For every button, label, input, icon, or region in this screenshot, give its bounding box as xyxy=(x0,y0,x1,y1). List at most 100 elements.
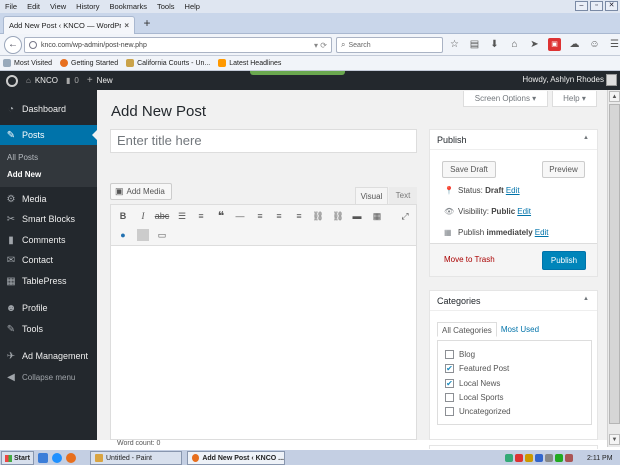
sidebar-item-smart-blocks[interactable]: ✂ Smart Blocks xyxy=(0,209,97,229)
scroll-down-icon[interactable]: ▼ xyxy=(609,434,620,445)
new-content-link[interactable]: + New xyxy=(87,75,113,86)
read-more-icon[interactable]: ▬ xyxy=(349,208,365,224)
sidebar-item-ad-management[interactable]: ✈ Ad Management xyxy=(0,346,97,366)
sidebar-item-dashboard[interactable]: ◔ Dashboard xyxy=(0,99,97,119)
move-to-trash-link[interactable]: Move to Trash xyxy=(444,255,495,264)
blockquote-icon[interactable]: ❝ xyxy=(213,208,229,224)
maximize-button[interactable]: ▫ xyxy=(590,1,603,11)
sidebar-item-contact[interactable]: ✉ Contact xyxy=(0,250,97,270)
post-title-input[interactable]: Enter title here xyxy=(110,129,417,153)
bold-icon[interactable]: B xyxy=(115,208,131,224)
collapse-arrow-icon[interactable]: ▲ xyxy=(583,296,589,302)
sidebar-item-posts[interactable]: ✎ Posts xyxy=(0,125,97,145)
horizontal-line-icon[interactable]: — xyxy=(232,208,248,224)
tray-icon[interactable] xyxy=(535,454,543,462)
howdy-user[interactable]: Howdy, Ashlyn Rhodes xyxy=(522,75,604,84)
strikethrough-icon[interactable]: abc xyxy=(154,208,170,224)
visibility-edit-link[interactable]: Edit xyxy=(517,207,531,216)
align-right-icon[interactable]: ≡ xyxy=(291,208,307,224)
sidebar-item-media[interactable]: ⚙ Media xyxy=(0,189,97,209)
comments-link[interactable]: ▮ 0 xyxy=(66,76,79,85)
tab-text[interactable]: Text xyxy=(389,187,417,204)
checkbox-checked[interactable]: ✔ xyxy=(445,379,454,388)
category-item[interactable]: ✔ Featured Post xyxy=(445,364,509,373)
checkbox[interactable] xyxy=(445,350,454,359)
new-tab-icon[interactable]: + xyxy=(140,17,154,31)
image-icon[interactable] xyxy=(137,229,149,241)
bookmark-getting-started[interactable]: Getting Started xyxy=(60,59,118,67)
preview-button[interactable]: Preview xyxy=(542,161,585,178)
tray-icon[interactable] xyxy=(565,454,573,462)
taskbar-paint[interactable]: Untitled - Paint xyxy=(90,451,182,465)
checkbox[interactable] xyxy=(445,407,454,416)
scroll-up-icon[interactable]: ▲ xyxy=(609,91,620,102)
tab-visual[interactable]: Visual xyxy=(355,187,388,204)
sidebar-item-profile[interactable]: ☻ Profile xyxy=(0,298,97,318)
schedule-edit-link[interactable]: Edit xyxy=(535,228,549,237)
sidebar-item-comments[interactable]: ▮ Comments xyxy=(0,230,97,250)
close-window-button[interactable]: ✕ xyxy=(605,1,618,11)
menu-history[interactable]: History xyxy=(71,2,104,11)
tray-icon[interactable] xyxy=(525,454,533,462)
tray-icon[interactable] xyxy=(545,454,553,462)
publish-box-header[interactable]: Publish ▲ xyxy=(430,130,597,150)
extension-icon[interactable]: ▣ xyxy=(548,38,561,51)
save-draft-button[interactable]: Save Draft xyxy=(442,161,496,178)
help-button[interactable]: Help ▾ xyxy=(552,91,597,107)
checkbox[interactable] xyxy=(445,393,454,402)
downloads-icon[interactable]: ⬇ xyxy=(488,38,501,51)
page-scrollbar[interactable]: ▲ ▼ xyxy=(607,90,620,447)
tray-icon[interactable] xyxy=(515,454,523,462)
contact-form-icon[interactable]: ● xyxy=(115,227,131,243)
menu-bookmarks[interactable]: Bookmarks xyxy=(105,2,153,11)
start-button[interactable]: Start xyxy=(1,451,34,465)
reading-list-icon[interactable]: ▤ xyxy=(468,38,481,51)
menu-tools[interactable]: Tools xyxy=(152,2,180,11)
taskbar-firefox[interactable]: Add New Post ‹ KNCO ... xyxy=(187,451,285,465)
avatar[interactable] xyxy=(606,74,617,86)
scroll-thumb[interactable] xyxy=(609,104,620,424)
toolbar-toggle-icon[interactable]: ▦ xyxy=(369,208,385,224)
submenu-all-posts[interactable]: All Posts xyxy=(7,153,38,162)
link-icon[interactable]: ⛓ xyxy=(310,208,326,224)
menu-help[interactable]: Help xyxy=(180,2,205,11)
collapse-arrow-icon[interactable]: ▲ xyxy=(583,135,589,141)
category-item[interactable]: ✔ Local News xyxy=(445,379,500,388)
send-icon[interactable]: ➤ xyxy=(528,38,541,51)
tray-icon[interactable] xyxy=(555,454,563,462)
home-icon[interactable]: ⌂ xyxy=(508,38,521,51)
bulleted-list-icon[interactable]: ☰ xyxy=(174,208,190,224)
tray-icon[interactable] xyxy=(505,454,513,462)
sync-icon[interactable]: ☁ xyxy=(568,38,581,51)
menu-file[interactable]: File xyxy=(0,2,22,11)
back-icon[interactable]: ← xyxy=(4,36,22,54)
align-left-icon[interactable]: ≡ xyxy=(252,208,268,224)
clock[interactable]: 2:11 PM xyxy=(587,455,613,462)
bookmark-star-icon[interactable]: ☆ xyxy=(448,38,461,51)
category-item[interactable]: Blog xyxy=(445,350,475,359)
add-media-button[interactable]: ▣ Add Media xyxy=(110,183,172,200)
quicklaunch-ie-icon[interactable] xyxy=(52,453,62,463)
menu-view[interactable]: View xyxy=(45,2,71,11)
site-name-link[interactable]: ⌂ KNCO xyxy=(26,76,58,85)
hamburger-menu-icon[interactable]: ☰ xyxy=(608,38,620,51)
tab-all-categories[interactable]: All Categories xyxy=(437,322,497,337)
search-bar[interactable]: ⌕ Search xyxy=(336,37,443,53)
table-icon[interactable]: ▭ xyxy=(154,227,170,243)
categories-box-header[interactable]: Categories ▲ xyxy=(430,291,597,311)
submenu-add-new[interactable]: Add New xyxy=(7,170,41,179)
category-item[interactable]: Local Sports xyxy=(445,393,503,402)
minimize-button[interactable]: – xyxy=(575,1,588,11)
bookmark-most-visited[interactable]: Most Visited xyxy=(3,59,52,67)
bookmark-california-courts[interactable]: California Courts - Un... xyxy=(126,59,210,67)
checkbox-checked[interactable]: ✔ xyxy=(445,364,454,373)
numbered-list-icon[interactable]: ≡ xyxy=(193,208,209,224)
post-editor[interactable]: B I abc ☰ ≡ ❝ — ≡ ≡ ≡ ⛓ ⛓ ▬ ▦ ⤢ ● ▭ xyxy=(110,204,417,440)
publish-button[interactable]: Publish xyxy=(542,251,586,270)
fullscreen-icon[interactable]: ⤢ xyxy=(397,208,413,224)
quicklaunch-desktop-icon[interactable] xyxy=(38,453,48,463)
quicklaunch-firefox-icon[interactable] xyxy=(66,453,76,463)
unlink-icon[interactable]: ⛓ xyxy=(330,208,346,224)
sidebar-item-tablepress[interactable]: ▦ TablePress xyxy=(0,271,97,291)
url-bar[interactable]: knco.com/wp-admin/post-new.php ▾ ⟳ xyxy=(24,37,332,53)
